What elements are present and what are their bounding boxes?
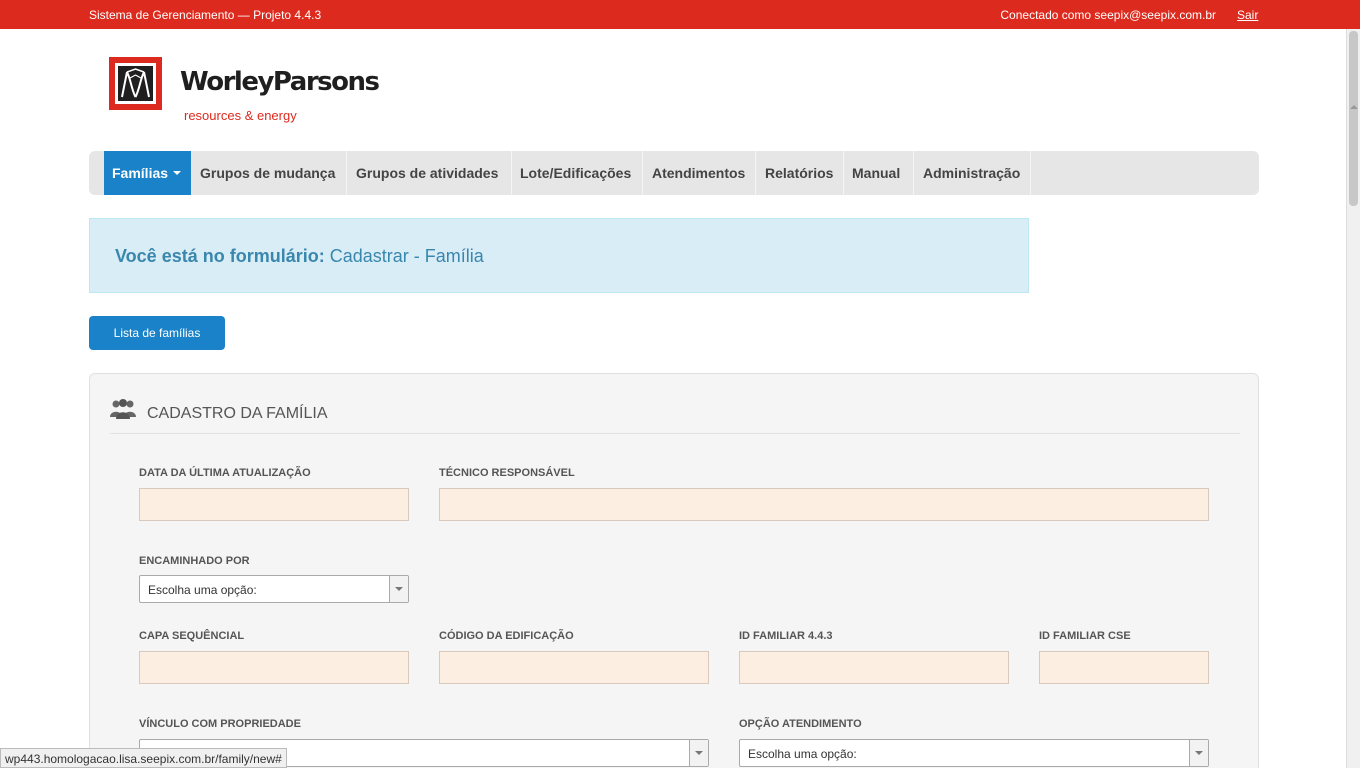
capa-seq-label: CAPA SEQUÊNCIAL — [139, 630, 245, 642]
family-list-button[interactable]: Lista de famílias — [89, 316, 225, 350]
alert-prefix: Você está no formulário: — [115, 246, 325, 266]
family-id-cse-input[interactable] — [1039, 651, 1209, 684]
main-nav: Famílias Grupos de mudança Grupos de ati… — [89, 151, 1259, 195]
family-id-443-label: ID FAMILIAR 4.4.3 — [739, 630, 833, 642]
scrollbar-thumb[interactable] — [1349, 31, 1358, 206]
service-option-select[interactable]: Escolha uma opção: — [739, 739, 1209, 767]
dropdown-arrow-icon — [1189, 740, 1208, 766]
top-bar: Sistema de Gerenciamento — Projeto 4.4.3… — [0, 0, 1360, 29]
nav-item-relatorios[interactable]: Relatórios — [757, 151, 844, 195]
connected-user: Conectado como seepix@seepix.com.br — [1000, 8, 1216, 22]
nav-item-familias[interactable]: Famílias — [104, 151, 191, 195]
page-scrollbar[interactable] — [1346, 29, 1360, 768]
last-update-input[interactable] — [139, 488, 409, 521]
capa-seq-input[interactable] — [139, 651, 409, 684]
building-code-label: CÓDIGO DA EDIFICAÇÃO — [439, 630, 574, 642]
nav-label: Famílias — [112, 165, 169, 181]
nav-item-grupos-mudanca[interactable]: Grupos de mudança — [192, 151, 347, 195]
referred-by-select[interactable]: Escolha uma opção: — [139, 575, 409, 603]
panel-divider — [110, 433, 1240, 434]
nav-item-manual[interactable]: Manual — [844, 151, 914, 195]
property-link-label: VÍNCULO COM PROPRIEDADE — [139, 718, 301, 730]
brand-name: WorleyParsons — [180, 67, 380, 97]
technician-input[interactable] — [439, 488, 1209, 521]
logout-link[interactable]: Sair — [1237, 8, 1258, 22]
dropdown-arrow-icon — [689, 740, 708, 766]
nav-item-atendimentos[interactable]: Atendimentos — [644, 151, 756, 195]
family-id-cse-label: ID FAMILIAR CSE — [1039, 630, 1131, 642]
users-icon — [109, 398, 137, 425]
family-id-443-input[interactable] — [739, 651, 1009, 684]
nav-item-grupos-atividades[interactable]: Grupos de atividades — [348, 151, 512, 195]
caret-down-icon — [173, 171, 182, 176]
browser-status-url: wp443.homologacao.lisa.seepix.com.br/fam… — [0, 748, 287, 768]
dropdown-arrow-icon — [389, 576, 408, 602]
service-option-label: OPÇÃO ATENDIMENTO — [739, 718, 862, 730]
nav-item-lote-edificacoes[interactable]: Lote/Edificações — [512, 151, 643, 195]
referred-by-label: ENCAMINHADO POR — [139, 555, 250, 567]
building-code-input[interactable] — [439, 651, 709, 684]
service-option-selected: Escolha uma opção: — [748, 747, 857, 761]
family-form-panel: CADASTRO DA FAMÍLIA — [89, 373, 1259, 768]
panel-title: CADASTRO DA FAMÍLIA — [147, 405, 328, 422]
last-update-label: DATA DA ÚLTIMA ATUALIZAÇÃO — [139, 467, 311, 479]
system-title: Sistema de Gerenciamento — Projeto 4.4.3 — [89, 8, 322, 22]
form-info-alert: Você está no formulário: Cadastrar - Fam… — [89, 218, 1029, 293]
worleyparsons-logo-icon — [109, 57, 162, 110]
nav-item-administracao[interactable]: Administração — [915, 151, 1031, 195]
referred-by-selected: Escolha uma opção: — [148, 583, 257, 597]
scroll-up-arrow-icon — [1350, 105, 1358, 109]
alert-form-name: Cadastrar - Família — [329, 246, 484, 266]
brand-tagline: resources & energy — [184, 108, 297, 123]
technician-label: TÉCNICO RESPONSÁVEL — [439, 467, 575, 479]
